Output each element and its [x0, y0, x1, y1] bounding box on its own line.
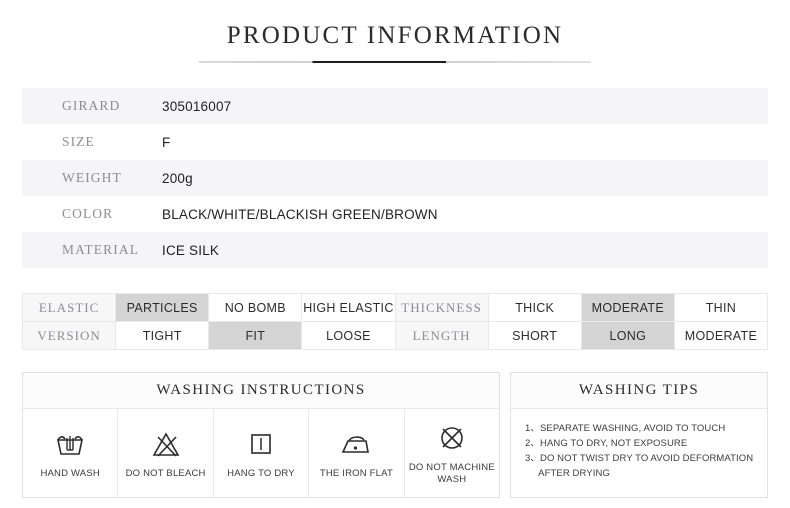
spec-value: F: [162, 134, 171, 150]
care-label: HANG TO DRY: [227, 467, 295, 479]
attribute-option-tight[interactable]: TIGHT: [115, 321, 210, 350]
spec-value: ICE SILK: [162, 242, 220, 258]
table-row: WEIGHT 200g: [22, 160, 768, 196]
attribute-option-fit[interactable]: FIT: [208, 321, 303, 350]
do-not-bleach-icon: [150, 427, 182, 461]
attribute-option-loose[interactable]: LOOSE: [301, 321, 396, 350]
spec-value: 200g: [162, 170, 193, 186]
spec-label: GIRARD: [62, 98, 121, 113]
care-item-hand-wash: HAND WASH: [23, 409, 119, 497]
care-label: THE IRON FLAT: [319, 467, 393, 479]
list-item-continuation: AFTER DRYING: [525, 468, 610, 479]
attribute-option-no-bomb[interactable]: NO BOMB: [208, 293, 303, 322]
care-label: DO NOT BLEACH: [125, 467, 206, 479]
spec-label: MATERIAL: [62, 242, 140, 257]
spec-table-body: GIRARD 305016007 SIZE F WEIGHT 200g COLO…: [22, 88, 768, 268]
list-item: 1、SEPARATE WASHING, AVOID TO TOUCH: [525, 423, 726, 434]
attribute-option-short[interactable]: SHORT: [487, 321, 582, 350]
washing-instructions-title: WASHING INSTRUCTIONS: [23, 373, 499, 409]
attribute-option-particles[interactable]: PARTICLES: [115, 293, 210, 322]
attribute-header-version: VERSION: [21, 321, 117, 350]
attribute-option-long[interactable]: LONG: [580, 321, 675, 350]
care-item-do-not-machine-wash: DO NOT MACHINE WASH: [405, 409, 499, 497]
title-divider: [199, 61, 591, 63]
attribute-row-version-length: VERSION TIGHT FIT LOOSE LENGTH SHORT LON…: [21, 321, 769, 350]
care-symbol-row: HAND WASH DO NOT BLEACH HANG TO DRY THE …: [23, 409, 499, 497]
attribute-header-length: LENGTH: [394, 321, 489, 350]
washing-tips-title: WASHING TIPS: [511, 373, 767, 409]
care-item-iron-flat: THE IRON FLAT: [309, 409, 405, 497]
bottom-panels: WASHING INSTRUCTIONS HAND WASH DO NOT BL…: [22, 372, 768, 498]
attribute-option-high-elastic[interactable]: HIGH ELASTIC: [301, 293, 396, 322]
iron-flat-icon: [339, 427, 373, 461]
care-label: DO NOT MACHINE WASH: [408, 461, 495, 485]
attribute-option-moderate-thickness[interactable]: MODERATE: [580, 293, 675, 322]
washing-tips-panel: WASHING TIPS 1、SEPARATE WASHING, AVOID T…: [510, 372, 768, 498]
spec-table: GIRARD 305016007 SIZE F WEIGHT 200g COLO…: [22, 88, 768, 268]
attribute-grid-body: ELASTIC PARTICLES NO BOMB HIGH ELASTIC T…: [21, 293, 769, 350]
hand-wash-icon: [54, 427, 86, 461]
table-row: COLOR BLACK/WHITE/BLACKISH GREEN/BROWN: [22, 196, 768, 232]
washing-tips-body: 1、SEPARATE WASHING, AVOID TO TOUCH 2、HAN…: [511, 409, 767, 497]
product-information-page: PRODUCT INFORMATION GIRARD 305016007 SIZ…: [0, 0, 790, 508]
care-label: HAND WASH: [40, 467, 100, 479]
washing-instructions-panel: WASHING INSTRUCTIONS HAND WASH DO NOT BL…: [22, 372, 500, 498]
spec-label: COLOR: [62, 206, 114, 221]
table-row: MATERIAL ICE SILK: [22, 232, 768, 268]
attribute-row-elastic-thickness: ELASTIC PARTICLES NO BOMB HIGH ELASTIC T…: [21, 293, 769, 322]
attribute-option-thin[interactable]: THIN: [673, 293, 769, 322]
title-block: PRODUCT INFORMATION: [0, 0, 790, 63]
spec-value: BLACK/WHITE/BLACKISH GREEN/BROWN: [162, 206, 438, 222]
attribute-header-thickness: THICKNESS: [394, 293, 489, 322]
attribute-header-elastic: ELASTIC: [21, 293, 117, 322]
list-item: 3、DO NOT TWIST DRY TO AVOID DEFORMATION: [525, 453, 754, 464]
spec-label: SIZE: [62, 134, 95, 149]
table-row: SIZE F: [22, 124, 768, 160]
care-item-hang-to-dry: HANG TO DRY: [214, 409, 310, 497]
hang-to-dry-icon: [245, 427, 277, 461]
page-title: PRODUCT INFORMATION: [226, 22, 564, 49]
spec-label: WEIGHT: [62, 170, 122, 185]
list-item: 2、HANG TO DRY, NOT EXPOSURE: [525, 438, 688, 449]
attribute-option-moderate-length[interactable]: MODERATE: [673, 321, 769, 350]
spec-value: 305016007: [162, 98, 232, 114]
attribute-option-thick[interactable]: THICK: [487, 293, 582, 322]
care-item-do-not-bleach: DO NOT BLEACH: [118, 409, 214, 497]
table-row: GIRARD 305016007: [22, 88, 768, 124]
attribute-grid: ELASTIC PARTICLES NO BOMB HIGH ELASTIC T…: [21, 293, 769, 350]
do-not-machine-wash-icon: [436, 421, 468, 455]
